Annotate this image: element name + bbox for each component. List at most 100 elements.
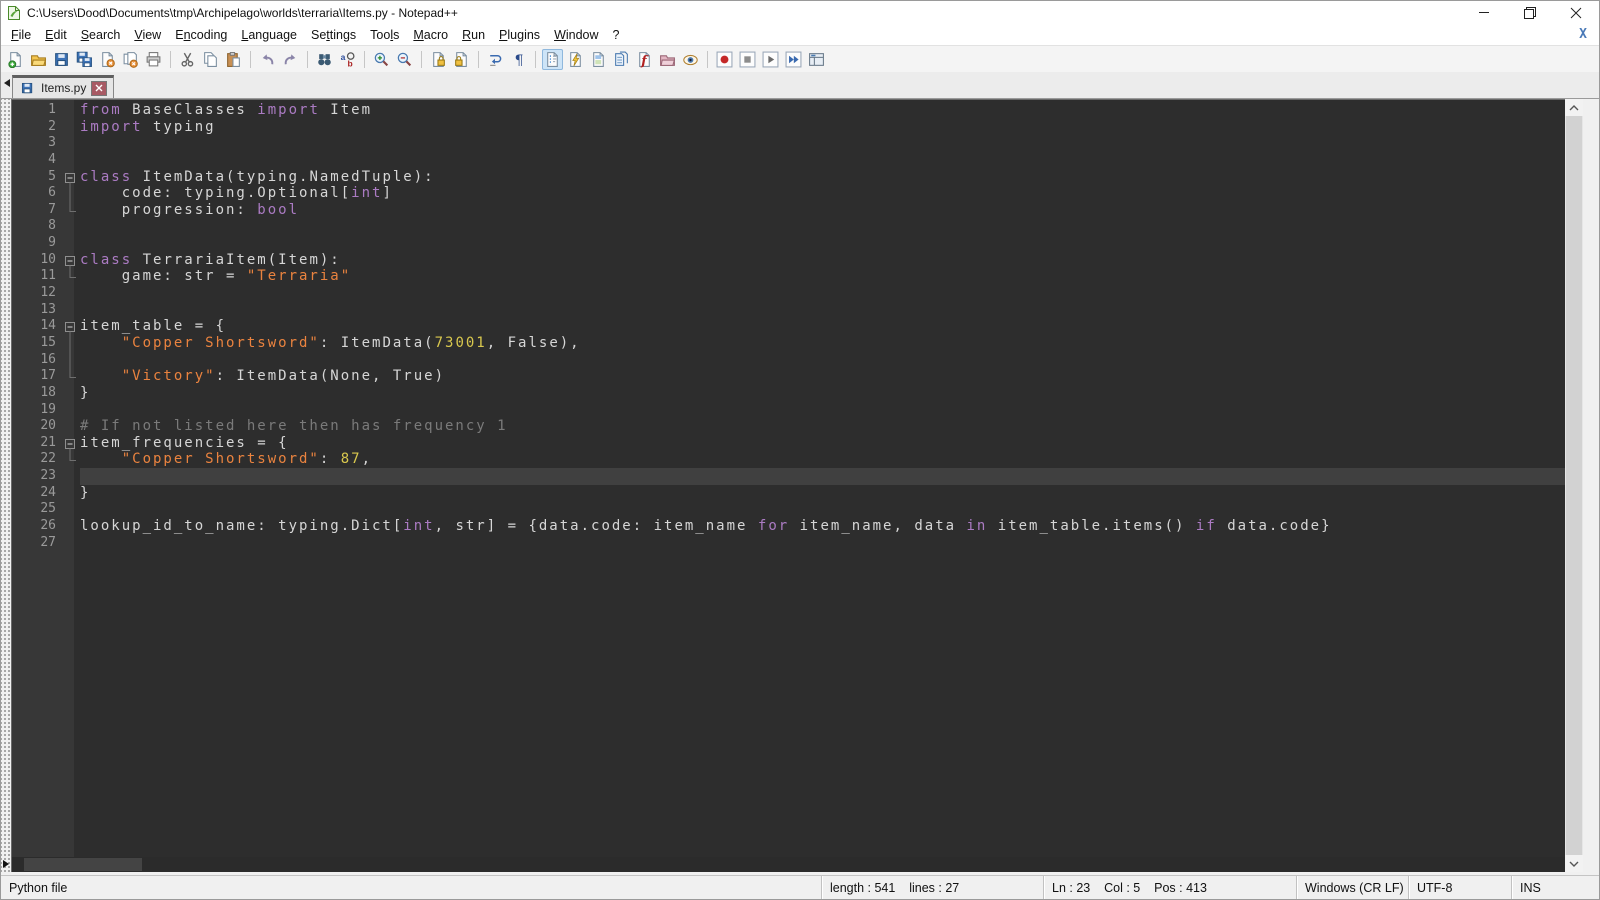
menu-file[interactable]: File (4, 26, 38, 44)
status-encoding[interactable]: UTF-8 (1408, 876, 1511, 899)
line-number[interactable]: 2 (12, 119, 62, 136)
menubar-close-document-icon[interactable]: X (1579, 27, 1587, 42)
line-number[interactable]: 18 (12, 385, 62, 402)
code-line-13[interactable]: 13 (12, 302, 1565, 319)
editor[interactable]: 1from BaseClasses import Item2import typ… (11, 99, 1565, 872)
tab-close-icon[interactable] (91, 81, 107, 96)
code-line-14[interactable]: 14item_table = { (12, 318, 1565, 335)
vertical-scrollbar-thumb[interactable] (1565, 116, 1583, 855)
zoom-out-button[interactable] (394, 49, 415, 70)
line-number[interactable]: 4 (12, 152, 62, 169)
code-line-3[interactable]: 3 (12, 135, 1565, 152)
code-text[interactable] (80, 302, 1565, 319)
tab-items.py[interactable]: Items.py (12, 75, 114, 98)
show-all-characters-button[interactable]: ¶ (508, 49, 529, 70)
menu-edit[interactable]: Edit (38, 26, 74, 44)
status-cursor-position[interactable]: Ln : 23 Col : 5 Pos : 413 (1043, 876, 1296, 899)
code-line-20[interactable]: 20# If not listed here then has frequenc… (12, 418, 1565, 435)
code-line-11[interactable]: 11 game: str = "Terraria" (12, 268, 1565, 285)
code-line-18[interactable]: 18} (12, 385, 1565, 402)
line-number[interactable]: 5 (12, 169, 62, 186)
status-insert-mode[interactable]: INS (1511, 876, 1599, 899)
macro-record-button[interactable] (714, 49, 735, 70)
code-text[interactable]: class ItemData(typing.NamedTuple): (80, 169, 1565, 186)
line-number[interactable]: 13 (12, 302, 62, 319)
replace-button[interactable]: ab (337, 49, 358, 70)
line-number[interactable]: 11 (12, 268, 62, 285)
code-line-16[interactable]: 16 (12, 352, 1565, 369)
line-number[interactable]: 14 (12, 318, 62, 335)
save-file-button[interactable] (51, 49, 72, 70)
code-text[interactable]: # If not listed here then has frequency … (80, 418, 1565, 435)
menu-window[interactable]: Window (547, 26, 605, 44)
fold-marker-icon[interactable] (62, 252, 80, 269)
fold-marker-icon[interactable] (62, 435, 80, 452)
line-number[interactable]: 22 (12, 451, 62, 468)
code-text[interactable] (80, 218, 1565, 235)
menu-encoding[interactable]: Encoding (168, 26, 234, 44)
code-text[interactable] (80, 352, 1565, 369)
line-number[interactable]: 24 (12, 485, 62, 502)
copy-button[interactable] (200, 49, 221, 70)
menu-plugins[interactable]: Plugins (492, 26, 547, 44)
code-line-26[interactable]: 26lookup_id_to_name: typing.Dict[int, st… (12, 518, 1565, 535)
function-list-button[interactable]: f (634, 49, 655, 70)
line-number[interactable]: 17 (12, 368, 62, 385)
code-text[interactable] (80, 285, 1565, 302)
code-text[interactable]: code: typing.Optional[int] (80, 185, 1565, 202)
macro-save-button[interactable] (806, 49, 827, 70)
code-line-1[interactable]: 1 from BaseClasses import Item (12, 102, 1565, 119)
code-line-22[interactable]: 22 "Copper Shortsword": 87, (12, 451, 1565, 468)
close-all-button[interactable] (120, 49, 141, 70)
code-text[interactable] (80, 135, 1565, 152)
code-text[interactable] (80, 535, 1565, 552)
horizontal-scrollbar[interactable] (12, 857, 1565, 872)
redo-button[interactable] (280, 49, 301, 70)
code-text[interactable] (80, 402, 1565, 419)
code-text[interactable] (80, 152, 1565, 169)
status-doc-type[interactable]: Python file (1, 876, 821, 899)
code-text[interactable]: game: str = "Terraria" (80, 268, 1565, 285)
code-line-8[interactable]: 8 (12, 218, 1565, 235)
code-line-25[interactable]: 25 (12, 501, 1565, 518)
code-line-4[interactable]: 4 (12, 152, 1565, 169)
line-number[interactable]: 1 (12, 102, 62, 119)
line-number[interactable]: 26 (12, 518, 62, 535)
new-file-button[interactable] (5, 49, 26, 70)
open-file-button[interactable] (28, 49, 49, 70)
code-line-19[interactable]: 19 (12, 402, 1565, 419)
scroll-right-icon[interactable] (3, 860, 9, 868)
code-text[interactable]: } (80, 385, 1565, 402)
sync-vertical-scrolling-button[interactable] (428, 49, 449, 70)
sync-horizontal-scrolling-button[interactable] (451, 49, 472, 70)
word-wrap-button[interactable] (485, 49, 506, 70)
code-text[interactable]: from BaseClasses import Item (80, 102, 1565, 119)
line-number[interactable]: 25 (12, 501, 62, 518)
code-line-23[interactable]: 23 (12, 468, 1565, 485)
vertical-scrollbar[interactable] (1565, 99, 1583, 872)
fold-marker-icon[interactable] (62, 169, 80, 186)
code-text[interactable]: item_frequencies = { (80, 435, 1565, 452)
show-indent-guide-button[interactable] (542, 49, 563, 70)
cut-button[interactable] (177, 49, 198, 70)
code-line-5[interactable]: 5 class ItemData(typing.NamedTuple): (12, 169, 1565, 186)
code-text[interactable] (80, 235, 1565, 252)
close-button[interactable] (1553, 1, 1599, 24)
line-number[interactable]: 21 (12, 435, 62, 452)
monitoring-button[interactable] (680, 49, 701, 70)
find-button[interactable] (314, 49, 335, 70)
code-text[interactable] (80, 468, 1565, 485)
code-line-7[interactable]: 7 progression: bool (12, 202, 1565, 219)
code-text[interactable] (80, 501, 1565, 518)
macro-playback-button[interactable] (760, 49, 781, 70)
undo-button[interactable] (257, 49, 278, 70)
code-line-24[interactable]: 24} (12, 485, 1565, 502)
code-line-21[interactable]: 21 item_frequencies = { (12, 435, 1565, 452)
line-number[interactable]: 8 (12, 218, 62, 235)
fold-marker-icon[interactable] (62, 318, 80, 335)
code-line-15[interactable]: 15 "Copper Shortsword": ItemData(73001, … (12, 335, 1565, 352)
code-line-6[interactable]: 6 code: typing.Optional[int] (12, 185, 1565, 202)
status-doc-size[interactable]: length : 541 lines : 27 (821, 876, 1043, 899)
line-number[interactable]: 7 (12, 202, 62, 219)
code-text[interactable]: "Victory": ItemData(None, True) (80, 368, 1565, 385)
